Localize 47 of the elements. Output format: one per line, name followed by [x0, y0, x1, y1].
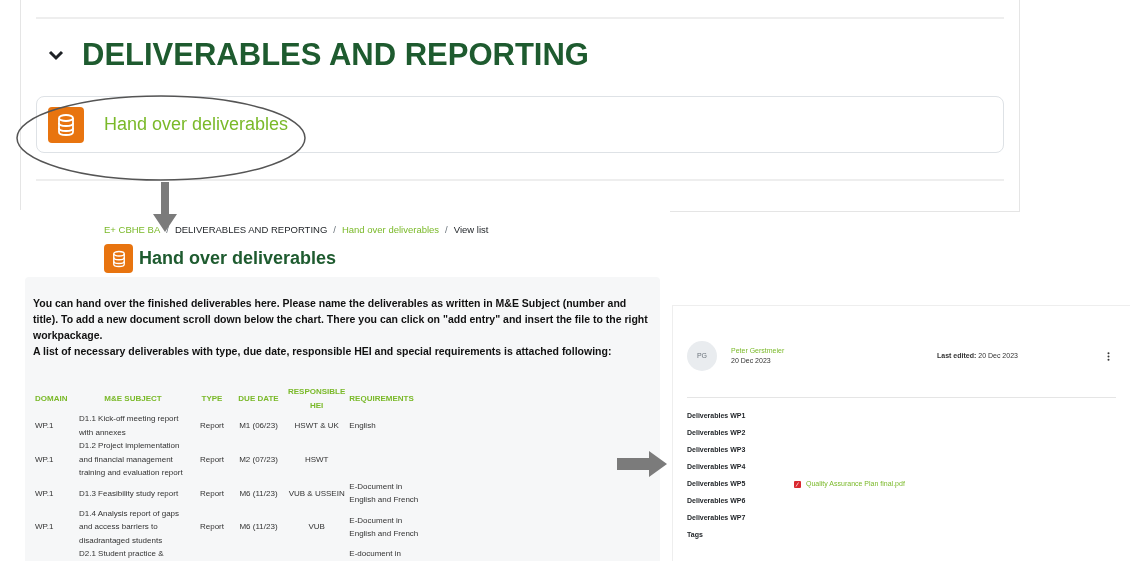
page-title: Hand over deliverables — [139, 247, 337, 271]
table-cell: E-document in — [349, 549, 401, 559]
table-cell: D1.2 Project implementation and financial management training and evaluation report — [79, 441, 183, 478]
column-header: DUE DATE — [238, 394, 279, 403]
table-cell: M2 (07/23) — [239, 454, 278, 464]
table-cell: WP.1 — [35, 421, 54, 430]
table-cell: M6 (11/23) — [239, 522, 278, 532]
table-cell: WP.1 — [35, 454, 54, 464]
table-cell: HSWT & UK — [294, 421, 339, 430]
table-cell: VUB — [308, 522, 325, 532]
table-cell: Report — [200, 421, 224, 430]
section-title: DELIVERABLES AND REPORTING — [82, 39, 589, 70]
table-cell: WP.1 — [35, 522, 54, 532]
breadcrumb-item[interactable]: E+ CBHE BA — [104, 223, 161, 238]
more-options-icon[interactable] — [1107, 351, 1110, 361]
table-cell: M1 (06/23) — [239, 421, 278, 430]
breadcrumb-item: DELIVERABLES AND REPORTING — [174, 223, 328, 237]
table-cell: D1.1 Kick-off meeting report with annexes — [79, 414, 179, 437]
intro-paragraph: You can hand over the finished deliverables here. Please name the deliverables as written in M&E Subject (number and title). To add a new document scroll down below the chart. There you can click on "add entry" and insert the file to the right workpackage. — [33, 296, 649, 344]
table-cell: HSWT — [304, 454, 329, 464]
table-cell: Report — [200, 522, 224, 532]
pdf-file-icon — [794, 481, 801, 488]
column-header: RESPONSIBLE HEI — [288, 387, 346, 410]
database-icon — [48, 106, 84, 143]
column-header: REQUIREMENTS — [349, 394, 414, 403]
table-cell: M6 (11/23) — [239, 488, 278, 498]
table-cell: Report — [200, 488, 224, 498]
intro-paragraph: A list of necessary deliverables with type, due date, responsible HEI and special requirements is attached following: — [33, 344, 613, 360]
table-cell: English — [349, 421, 376, 430]
table-cell: D1.4 Analysis report of gaps and access barriers to disadrantaged students — [79, 508, 180, 545]
breadcrumb-item: View list — [453, 223, 489, 237]
column-header: TYPE — [201, 394, 223, 403]
table-cell: Report — [200, 454, 224, 464]
table-cell: D1.3 Feasibility study report — [79, 488, 179, 498]
table-cell: E-Document in English and French — [349, 481, 419, 505]
table-cell: D2.1 Student practice & — [79, 549, 164, 559]
database-icon — [104, 244, 133, 274]
breadcrumb-separator: / — [445, 223, 448, 237]
column-header: DOMAIN — [35, 394, 68, 403]
table-cell: E-Document in English and French — [349, 515, 419, 538]
breadcrumb-separator: / — [166, 223, 169, 237]
breadcrumb-separator: / — [333, 223, 336, 237]
right-arrow — [617, 451, 667, 477]
table-cell: WP.1 — [35, 488, 54, 498]
column-header: M&E SUBJECT — [104, 394, 162, 403]
table-cell: VUB & USSEIN — [288, 488, 345, 498]
breadcrumb-item[interactable]: Hand over deliverables — [341, 223, 440, 238]
